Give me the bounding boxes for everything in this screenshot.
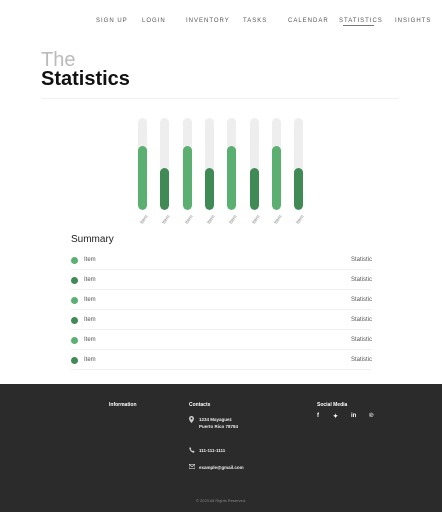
legend-dot bbox=[71, 297, 78, 304]
summary-row-label: Item bbox=[84, 357, 96, 363]
footer-contacts-heading: Contacts bbox=[189, 402, 211, 408]
bar-track bbox=[182, 118, 192, 210]
footer-copyright: © 2023 All Rights Reserved. bbox=[195, 498, 247, 503]
footer-information-heading: Information bbox=[109, 402, 137, 408]
title-divider bbox=[41, 98, 399, 99]
bar[interactable] bbox=[249, 167, 259, 210]
bar[interactable] bbox=[227, 145, 237, 210]
bar-label: Item bbox=[183, 214, 195, 226]
footer-address-line1: 1234 Mayaguez bbox=[199, 417, 232, 422]
page-title: Statistics bbox=[41, 68, 130, 90]
bar-track bbox=[227, 118, 237, 210]
bar-track bbox=[271, 118, 281, 210]
bar[interactable] bbox=[160, 167, 170, 210]
summary-row-label: Item bbox=[84, 337, 96, 343]
bar-label: Item bbox=[161, 214, 172, 226]
summary-row-label: Item bbox=[84, 297, 96, 303]
bar-label: Item bbox=[250, 214, 261, 226]
bar-label: Item bbox=[295, 214, 306, 226]
summary-row: Item Statistic bbox=[71, 350, 372, 370]
bar[interactable] bbox=[204, 167, 214, 210]
bar-label: Item bbox=[139, 214, 150, 226]
facebook-icon[interactable]: f bbox=[317, 413, 319, 419]
page-title-prefix: The bbox=[41, 49, 76, 71]
legend-dot bbox=[71, 317, 78, 324]
footer-social-heading: Social Media bbox=[317, 402, 348, 408]
summary-row-label: Item bbox=[84, 317, 96, 323]
location-pin-icon bbox=[189, 416, 194, 425]
bar-track bbox=[160, 118, 170, 210]
nav-sign-up[interactable]: SIGN UP bbox=[96, 18, 128, 24]
footer-phone[interactable]: 111-111-1111 bbox=[199, 447, 225, 454]
bar-label: Item bbox=[228, 214, 239, 226]
summary-row: Item Statistic bbox=[71, 290, 372, 310]
linkedin-icon[interactable]: in bbox=[351, 413, 356, 419]
bar-label: Item bbox=[205, 214, 217, 226]
bar-label: Item bbox=[272, 214, 284, 226]
bar-track bbox=[138, 118, 147, 210]
bar-track bbox=[204, 118, 214, 210]
summary-row-value: Statistic bbox=[350, 357, 372, 363]
bar[interactable] bbox=[138, 145, 147, 210]
summary-row-value: Statistic bbox=[350, 337, 372, 343]
summary-row: Item Statistic bbox=[71, 310, 372, 330]
summary-list: Item Statistic Item Statistic Item Statistic I… bbox=[71, 250, 372, 370]
summary-row-label: Item bbox=[84, 257, 96, 263]
footer-email[interactable]: example@gmail.com bbox=[199, 464, 244, 471]
summary-row: Item Statistic bbox=[71, 330, 372, 350]
twitter-icon[interactable]: ✦ bbox=[333, 413, 338, 420]
envelope-icon bbox=[188, 463, 196, 471]
bar-track bbox=[294, 118, 304, 210]
summary-title: Summary bbox=[71, 234, 114, 245]
nav-inventory[interactable]: INVENTORY bbox=[186, 18, 230, 24]
summary-row-value: Statistic bbox=[350, 257, 372, 263]
nav-calendar[interactable]: CALENDAR bbox=[288, 18, 329, 24]
bar[interactable] bbox=[271, 145, 281, 210]
legend-dot bbox=[71, 357, 78, 364]
phone-icon bbox=[189, 447, 195, 455]
pinterest-icon[interactable]: ℗ bbox=[369, 413, 373, 419]
legend-dot bbox=[71, 277, 78, 284]
bar[interactable] bbox=[294, 167, 304, 210]
bar-track bbox=[249, 118, 259, 210]
nav-login[interactable]: LOGIN bbox=[142, 18, 166, 24]
footer-address-line2: Puerto Rico 78784 bbox=[199, 424, 239, 429]
nav-active-underline bbox=[343, 25, 374, 26]
summary-row: Item Statistic bbox=[71, 270, 372, 290]
nav-tasks[interactable]: TASKS bbox=[243, 18, 267, 24]
summary-row-value: Statistic bbox=[350, 277, 372, 283]
nav-insights[interactable]: INSIGHTS bbox=[395, 18, 431, 24]
bar[interactable] bbox=[182, 145, 192, 210]
summary-row-value: Statistic bbox=[350, 297, 372, 303]
top-nav: SIGN UP LOGIN INVENTORY TASKS CALENDAR S… bbox=[0, 14, 442, 30]
legend-dot bbox=[71, 257, 78, 264]
summary-row-label: Item bbox=[84, 277, 96, 283]
statistics-bar-chart: Item Item Item Item Item Item Item Item bbox=[128, 112, 318, 230]
nav-statistics[interactable]: STATISTICS bbox=[339, 18, 383, 24]
summary-row-value: Statistic bbox=[350, 317, 372, 323]
legend-dot bbox=[71, 337, 78, 344]
footer: Information Contacts 1234 Mayaguez Puert… bbox=[0, 384, 442, 512]
summary-row: Item Statistic bbox=[71, 250, 372, 270]
